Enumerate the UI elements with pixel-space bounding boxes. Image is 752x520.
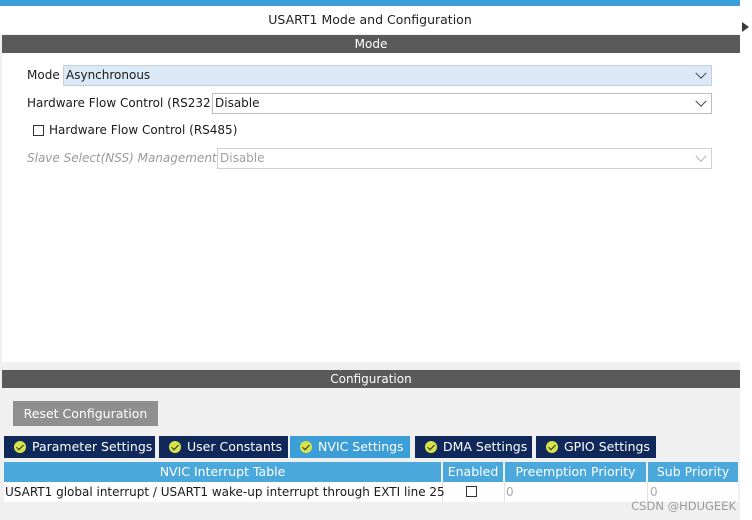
flow-rs232-select[interactable]: Disable [212, 93, 712, 114]
chevron-down-icon [695, 150, 707, 162]
column-header-sub-priority[interactable]: Sub Priority [648, 462, 738, 482]
tab-dma-settings[interactable]: DMA Settings [415, 436, 532, 458]
mode-select[interactable]: Asynchronous [63, 65, 712, 86]
check-circle-icon [546, 441, 558, 453]
side-scroll-strip[interactable] [740, 0, 752, 520]
nss-value: Disable [220, 151, 265, 165]
nss-select: Disable [217, 148, 712, 169]
interrupt-name-cell: USART1 global interrupt / USART1 wake-up… [5, 485, 445, 499]
nss-label: Slave Select(NSS) Management [27, 151, 217, 165]
column-header-enabled[interactable]: Enabled [443, 462, 503, 482]
column-header-preemption-priority[interactable]: Preemption Priority [505, 462, 646, 482]
check-circle-icon [300, 441, 312, 453]
configuration-section-header: Configuration [2, 370, 740, 388]
column-header-interrupt-table[interactable]: NVIC Interrupt Table [4, 462, 441, 482]
mode-section-header: Mode [2, 35, 740, 53]
tab-nvic-settings[interactable]: NVIC Settings [290, 436, 410, 458]
mode-select-value: Asynchronous [66, 68, 151, 82]
tab-parameter-settings[interactable]: Parameter Settings [4, 436, 155, 458]
check-circle-icon [169, 441, 181, 453]
flow-rs485-label: Hardware Flow Control (RS485) [49, 123, 238, 137]
reset-configuration-button[interactable]: Reset Configuration [13, 401, 158, 426]
panel-title: USART1 Mode and Configuration [0, 6, 740, 34]
flow-rs232-value: Disable [215, 96, 260, 110]
preemption-priority-cell[interactable]: 0 [506, 482, 514, 502]
watermark-text: CSDN @HDUGEEK [631, 499, 736, 513]
tab-gpio-settings[interactable]: GPIO Settings [536, 436, 656, 458]
collapse-arrow-icon[interactable] [742, 22, 749, 32]
check-circle-icon [425, 441, 437, 453]
chevron-down-icon [695, 95, 707, 107]
column-divider [504, 482, 505, 502]
check-circle-icon [14, 441, 26, 453]
chevron-down-icon [695, 67, 707, 79]
interrupt-enabled-checkbox[interactable] [466, 486, 477, 497]
flow-rs232-label: Hardware Flow Control (RS232) [27, 96, 216, 110]
tab-user-constants[interactable]: User Constants [159, 436, 288, 458]
flow-rs485-checkbox[interactable] [33, 125, 44, 136]
mode-label: Mode [27, 68, 60, 82]
